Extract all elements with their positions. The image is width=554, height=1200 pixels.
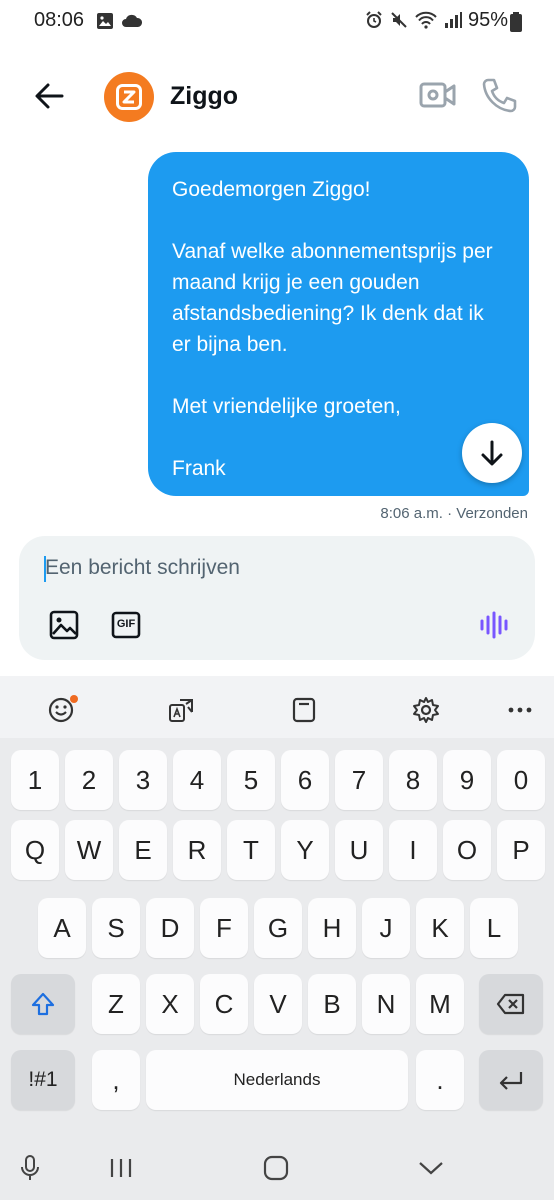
navigation-bar: [0, 1136, 554, 1200]
key-c[interactable]: C: [200, 974, 248, 1034]
key-1[interactable]: 1: [11, 750, 59, 810]
enter-return-icon: [499, 1072, 523, 1090]
message-status: 8:06 a.m. · Verzonden: [380, 505, 528, 522]
key-i[interactable]: I: [389, 820, 437, 880]
voice-call-button[interactable]: [480, 76, 518, 114]
voice-message-button[interactable]: [479, 610, 511, 640]
hide-keyboard-button[interactable]: [411, 1150, 451, 1186]
key-h[interactable]: H: [308, 898, 356, 958]
key-l[interactable]: L: [470, 898, 518, 958]
key-f[interactable]: F: [200, 898, 248, 958]
key-p[interactable]: P: [497, 820, 545, 880]
audio-waveform-icon: [480, 611, 508, 639]
status-bar: 08:06 95%: [0, 0, 554, 44]
key-5[interactable]: 5: [227, 750, 275, 810]
clipboard-button[interactable]: [281, 687, 327, 733]
key-q[interactable]: Q: [11, 820, 59, 880]
key-d[interactable]: D: [146, 898, 194, 958]
enter-key[interactable]: [479, 1050, 543, 1110]
keyboard-toolbar: [0, 676, 554, 738]
key-o[interactable]: O: [443, 820, 491, 880]
period-key[interactable]: .: [416, 1050, 464, 1110]
key-w[interactable]: W: [65, 820, 113, 880]
key-3[interactable]: 3: [119, 750, 167, 810]
key-t[interactable]: T: [227, 820, 275, 880]
chevron-down-icon: [419, 1162, 443, 1175]
gear-icon: [413, 697, 439, 723]
message-text: Goedemorgen Ziggo! Vanaf welke abonnemen…: [172, 178, 493, 480]
contact-name[interactable]: Ziggo: [170, 82, 238, 111]
add-gif-button[interactable]: GIF: [111, 610, 141, 640]
gallery-icon: [95, 11, 115, 36]
recent-apps-button[interactable]: [101, 1150, 141, 1186]
more-options-button[interactable]: [497, 687, 543, 733]
ziggo-logo-icon: [116, 84, 142, 110]
cloud-icon: [121, 11, 143, 36]
key-v[interactable]: V: [254, 974, 302, 1034]
backspace-icon: [496, 993, 525, 1015]
key-z[interactable]: Z: [92, 974, 140, 1034]
key-y[interactable]: Y: [281, 820, 329, 880]
image-icon: [49, 610, 79, 640]
comma-key[interactable]: ,: [92, 1050, 140, 1110]
back-button[interactable]: [30, 76, 70, 116]
key-e[interactable]: E: [119, 820, 167, 880]
microphone-icon: [21, 1155, 39, 1180]
notification-dot: [70, 695, 78, 703]
keyboard: 1 2 3 4 5 6 7 8 9 0 Q W E R T Y U I O P …: [0, 676, 554, 1136]
key-k[interactable]: K: [416, 898, 464, 958]
key-4[interactable]: 4: [173, 750, 221, 810]
key-b[interactable]: B: [308, 974, 356, 1034]
add-image-button[interactable]: [49, 610, 79, 640]
key-7[interactable]: 7: [335, 750, 383, 810]
mute-icon: [390, 11, 408, 34]
phone-icon: [482, 78, 517, 113]
emoji-button[interactable]: [38, 687, 84, 733]
message-composer[interactable]: Een bericht schrijven GIF: [19, 536, 535, 660]
more-dots-icon: [508, 707, 532, 713]
key-s[interactable]: S: [92, 898, 140, 958]
key-0[interactable]: 0: [497, 750, 545, 810]
gif-label: GIF: [116, 618, 136, 630]
translate-button[interactable]: [159, 687, 205, 733]
signal-icon: [444, 11, 462, 34]
arrow-left-icon: [35, 83, 64, 109]
key-x[interactable]: X: [146, 974, 194, 1034]
key-u[interactable]: U: [335, 820, 383, 880]
voice-input-button[interactable]: [10, 1150, 50, 1186]
shift-key[interactable]: [11, 974, 75, 1034]
scroll-to-bottom-button[interactable]: [462, 423, 522, 483]
key-r[interactable]: R: [173, 820, 221, 880]
key-j[interactable]: J: [362, 898, 410, 958]
space-key[interactable]: Nederlands: [146, 1050, 408, 1110]
avatar[interactable]: [104, 72, 154, 122]
key-9[interactable]: 9: [443, 750, 491, 810]
status-time: 08:06: [34, 9, 85, 31]
battery-icon: [510, 12, 522, 37]
translate-icon: [169, 699, 193, 722]
recents-icon: [110, 1159, 132, 1177]
clipboard-icon: [292, 697, 316, 723]
conversation-header: Ziggo: [0, 60, 554, 130]
key-6[interactable]: 6: [281, 750, 329, 810]
backspace-key[interactable]: [479, 974, 543, 1034]
key-m[interactable]: M: [416, 974, 464, 1034]
wifi-icon: [415, 11, 437, 34]
symbols-key[interactable]: !#1: [11, 1050, 75, 1110]
alarm-icon: [365, 11, 383, 34]
video-camera-icon: [419, 82, 456, 108]
home-icon: [263, 1155, 289, 1181]
key-2[interactable]: 2: [65, 750, 113, 810]
shift-arrow-icon: [31, 992, 55, 1016]
key-a[interactable]: A: [38, 898, 86, 958]
key-n[interactable]: N: [362, 974, 410, 1034]
message-input[interactable]: Een bericht schrijven: [45, 556, 240, 580]
video-call-button[interactable]: [418, 78, 458, 112]
key-8[interactable]: 8: [389, 750, 437, 810]
keyboard-settings-button[interactable]: [403, 687, 449, 733]
key-g[interactable]: G: [254, 898, 302, 958]
arrow-down-icon: [481, 440, 503, 466]
battery-level: 95%: [467, 9, 508, 31]
home-button[interactable]: [256, 1150, 296, 1186]
